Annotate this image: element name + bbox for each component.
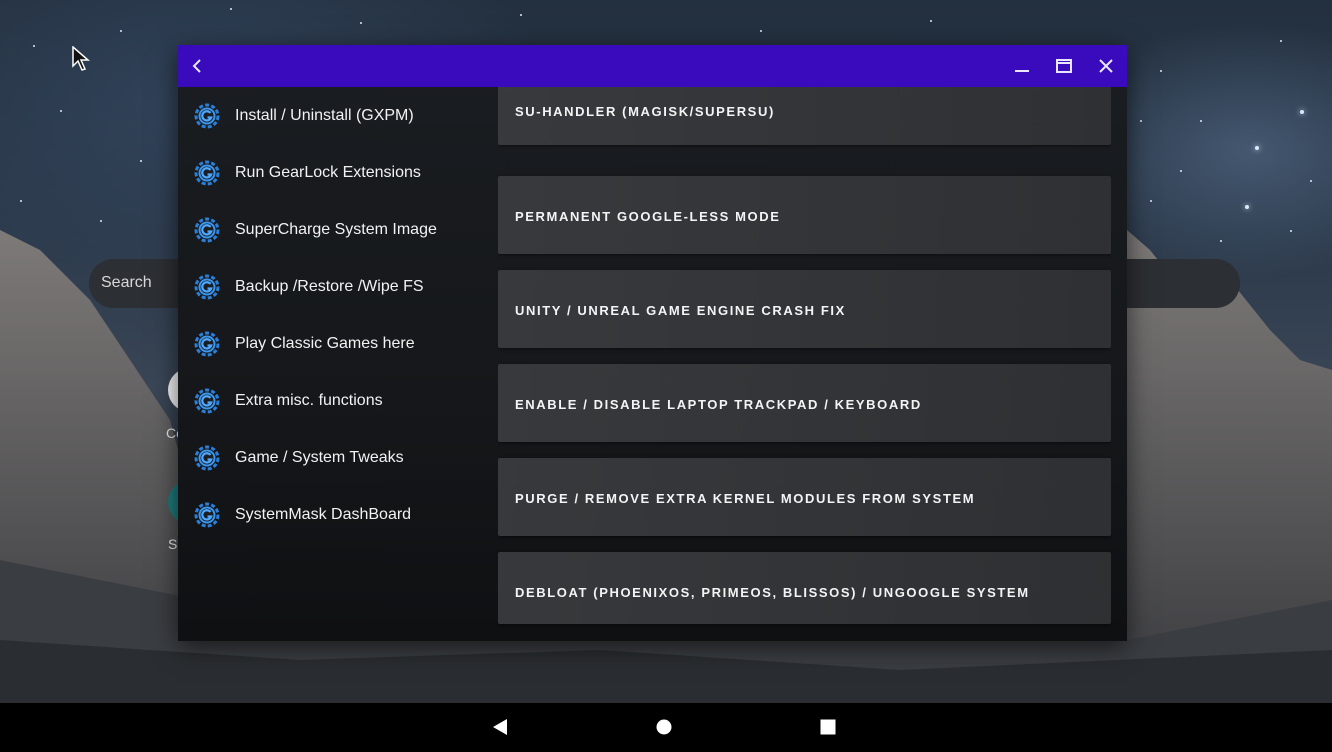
gearlock-icon: [194, 445, 220, 471]
sidebar-item-label: Play Classic Games here: [235, 335, 415, 352]
sidebar-item-label: SuperCharge System Image: [235, 221, 437, 238]
gearlock-icon: [194, 274, 220, 300]
gearlock-icon: [194, 331, 220, 357]
option-card-label: PURGE / REMOVE EXTRA KERNEL MODULES FROM…: [515, 491, 976, 506]
option-card[interactable]: SU-HANDLER (MAGISK/SUPERSU): [498, 87, 1111, 145]
gearlock-icon: [194, 274, 220, 300]
sidebar-item[interactable]: Run GearLock Extensions: [178, 144, 488, 201]
window-titlebar[interactable]: [178, 45, 1127, 87]
gearlock-icon: [194, 502, 220, 528]
gearlock-icon: [194, 331, 220, 357]
close-button[interactable]: [1086, 45, 1126, 87]
sidebar-item-label: Backup /Restore /Wipe FS: [235, 278, 424, 295]
chevron-left-icon: [192, 59, 201, 73]
back-button[interactable]: [178, 45, 218, 87]
option-card[interactable]: PURGE / REMOVE EXTRA KERNEL MODULES FROM…: [498, 458, 1111, 536]
sidebar-item[interactable]: Game / System Tweaks: [178, 429, 488, 486]
close-icon: [1099, 59, 1113, 73]
gearlock-icon: [194, 103, 220, 129]
option-card[interactable]: PERMANENT GOOGLE-LESS MODE: [498, 176, 1111, 254]
sidebar-item-label: Run GearLock Extensions: [235, 164, 421, 181]
gearlock-icon: [194, 160, 220, 186]
option-card[interactable]: UNITY / UNREAL GAME ENGINE CRASH FIX: [498, 270, 1111, 348]
minimize-button[interactable]: [1002, 45, 1042, 87]
sidebar-item-label: Game / System Tweaks: [235, 449, 404, 466]
mouse-cursor-icon: [72, 46, 90, 71]
gearlock-icon: [194, 160, 220, 186]
gearlock-icon: [194, 388, 220, 414]
gearlock-icon: [194, 502, 220, 528]
minimize-icon: [1015, 70, 1029, 72]
gearlock-icon: [194, 217, 220, 243]
sidebar-item-label: Extra misc. functions: [235, 392, 383, 409]
app-label: S: [168, 536, 178, 552]
sidebar-item[interactable]: SuperCharge System Image: [178, 201, 488, 258]
sidebar-item[interactable]: Backup /Restore /Wipe FS: [178, 258, 488, 315]
option-card-label: SU-HANDLER (MAGISK/SUPERSU): [515, 104, 775, 119]
search-placeholder: Search: [101, 274, 152, 291]
android-navigation-bar: [0, 703, 1332, 752]
maximize-icon: [1056, 59, 1072, 73]
options-list: SU-HANDLER (MAGISK/SUPERSU) PERMANENT GOO…: [498, 87, 1111, 641]
sidebar-item[interactable]: SystemMask DashBoard: [178, 486, 488, 543]
sidebar: Install / Uninstall (GXPM) Run GearLock E…: [178, 87, 488, 641]
option-card[interactable]: DEBLOAT (PHOENIXOS, PRIMEOS, BLISSOS) / …: [498, 552, 1111, 624]
sidebar-item[interactable]: Install / Uninstall (GXPM): [178, 87, 488, 144]
nav-back-icon[interactable]: [491, 718, 509, 736]
option-card-label: PERMANENT GOOGLE-LESS MODE: [515, 209, 781, 224]
sidebar-item[interactable]: Play Classic Games here: [178, 315, 488, 372]
gearlock-icon: [194, 445, 220, 471]
option-card-label: UNITY / UNREAL GAME ENGINE CRASH FIX: [515, 303, 846, 318]
gearlock-icon: [194, 388, 220, 414]
gearlock-icon: [194, 103, 220, 129]
nav-recents-icon[interactable]: [820, 719, 836, 735]
gearlock-icon: [194, 217, 220, 243]
sidebar-item-label: Install / Uninstall (GXPM): [235, 107, 414, 124]
option-card-label: ENABLE / DISABLE LAPTOP TRACKPAD / KEYBO…: [515, 397, 922, 412]
sidebar-item-label: SystemMask DashBoard: [235, 506, 412, 523]
sidebar-item[interactable]: Extra misc. functions: [178, 372, 488, 429]
maximize-button[interactable]: [1044, 45, 1084, 87]
option-card[interactable]: ENABLE / DISABLE LAPTOP TRACKPAD / KEYBO…: [498, 364, 1111, 442]
nav-home-icon[interactable]: [656, 719, 672, 735]
gearlock-window: Install / Uninstall (GXPM) Run GearLock E…: [178, 45, 1127, 641]
option-card-label: DEBLOAT (PHOENIXOS, PRIMEOS, BLISSOS) / …: [515, 585, 1030, 600]
